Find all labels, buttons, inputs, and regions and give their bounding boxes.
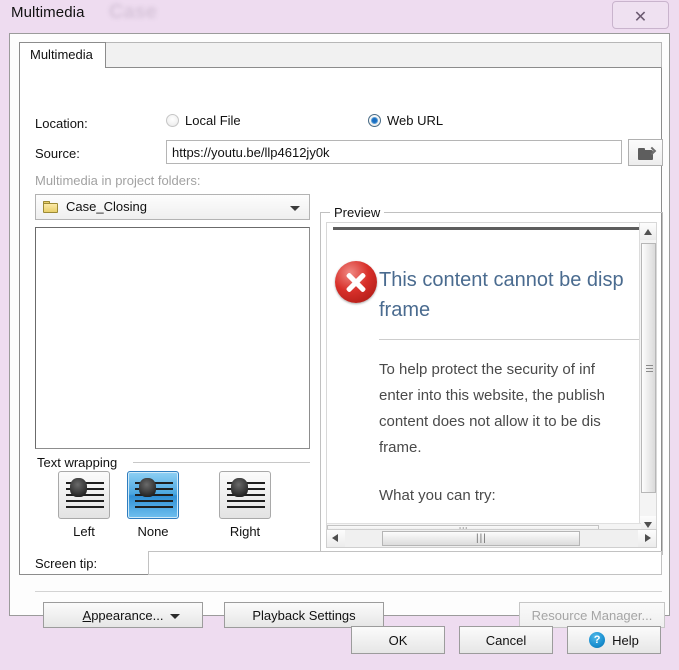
text-wrap-left-icon bbox=[58, 471, 110, 519]
radio-web-url-indicator bbox=[368, 114, 381, 127]
window-title-bar: Case Multimedia ✕ bbox=[0, 0, 679, 32]
location-label: Location: bbox=[35, 116, 88, 131]
title-watermark: Case bbox=[109, 1, 157, 23]
text-wrap-option-left[interactable]: Left bbox=[56, 471, 112, 539]
media-list-box[interactable] bbox=[35, 227, 310, 449]
preview-legend: Preview bbox=[330, 205, 385, 220]
radio-local-file[interactable]: Local File bbox=[166, 113, 241, 128]
error-page-top-rule bbox=[333, 227, 643, 230]
error-x-icon bbox=[335, 261, 377, 303]
screen-tip-input[interactable] bbox=[148, 551, 662, 575]
source-input[interactable] bbox=[166, 140, 622, 164]
error-body-text: To help protect the security of inf ente… bbox=[379, 361, 605, 456]
close-icon: ✕ bbox=[633, 7, 648, 26]
help-label: Help bbox=[612, 632, 639, 648]
project-folders-label: Multimedia in project folders: bbox=[35, 173, 201, 188]
radio-local-file-label: Local File bbox=[185, 113, 241, 128]
project-folder-selected-value: Case_Closing bbox=[66, 199, 147, 214]
preview-horizontal-thumb[interactable]: ||| bbox=[382, 531, 580, 546]
chevron-down-icon bbox=[170, 614, 180, 619]
cancel-button[interactable]: Cancel bbox=[459, 626, 553, 654]
playback-settings-button[interactable]: Playback Settings bbox=[224, 602, 384, 628]
error-what-you-can-try: What you can try: bbox=[379, 487, 496, 504]
screen-tip-label: Screen tip: bbox=[35, 556, 98, 571]
text-wrap-right-icon bbox=[219, 471, 271, 519]
grip-icon: ||| bbox=[476, 533, 487, 544]
preview-horizontal-scrollbar[interactable]: ||| bbox=[326, 529, 657, 548]
error-heading-divider bbox=[379, 339, 644, 340]
preview-content-frame[interactable]: This content cannot be disp frame To hel… bbox=[326, 222, 657, 548]
help-icon: ? bbox=[589, 632, 606, 648]
resource-manager-button: Resource Manager... bbox=[519, 602, 665, 628]
open-folder-icon bbox=[638, 146, 657, 160]
scroll-left-icon[interactable] bbox=[327, 530, 345, 547]
text-wrapping-caption: Text wrapping bbox=[37, 455, 118, 470]
text-wrap-option-none[interactable]: None bbox=[125, 471, 181, 539]
radio-local-file-indicator bbox=[166, 114, 179, 127]
ok-button[interactable]: OK bbox=[351, 626, 445, 654]
tab-multimedia[interactable]: Multimedia bbox=[19, 42, 106, 68]
preview-inner-vertical-thumb[interactable] bbox=[641, 243, 656, 493]
source-label: Source: bbox=[35, 146, 80, 161]
project-folder-select[interactable]: Case_Closing bbox=[35, 194, 310, 220]
window-title: Multimedia bbox=[11, 4, 85, 21]
footer-divider bbox=[35, 591, 662, 592]
tab-page-multimedia: Location: Local File Web URL Source: Mul… bbox=[19, 67, 665, 628]
tab-strip: Multimedia bbox=[19, 42, 662, 68]
multimedia-dialog: Multimedia Location: Local File Web URL … bbox=[9, 33, 670, 628]
text-wrapping-divider bbox=[133, 462, 310, 463]
radio-web-url[interactable]: Web URL bbox=[368, 113, 443, 128]
browse-button[interactable] bbox=[628, 139, 663, 166]
text-wrap-none-icon bbox=[127, 471, 179, 519]
appearance-button[interactable]: Appearance... bbox=[43, 602, 203, 628]
appearance-label: ppearance... bbox=[91, 607, 164, 623]
preview-inner-vertical-scrollbar[interactable] bbox=[639, 223, 656, 533]
error-heading: This content cannot be disp frame bbox=[379, 269, 624, 321]
text-wrap-right-label: Right bbox=[229, 524, 261, 539]
appearance-accelerator: A bbox=[82, 607, 92, 623]
folder-icon bbox=[43, 201, 58, 213]
text-wrap-none-label: None bbox=[137, 524, 169, 539]
tab-strip-background bbox=[19, 42, 662, 68]
radio-web-url-label: Web URL bbox=[387, 113, 444, 128]
chevron-down-icon bbox=[290, 206, 300, 211]
help-button[interactable]: ? Help bbox=[567, 626, 661, 654]
close-button[interactable]: ✕ bbox=[612, 1, 669, 29]
text-wrap-left-label: Left bbox=[73, 524, 95, 539]
scroll-up-icon[interactable] bbox=[640, 223, 656, 240]
text-wrap-option-right[interactable]: Right bbox=[217, 471, 273, 539]
scroll-right-icon[interactable] bbox=[638, 530, 656, 547]
